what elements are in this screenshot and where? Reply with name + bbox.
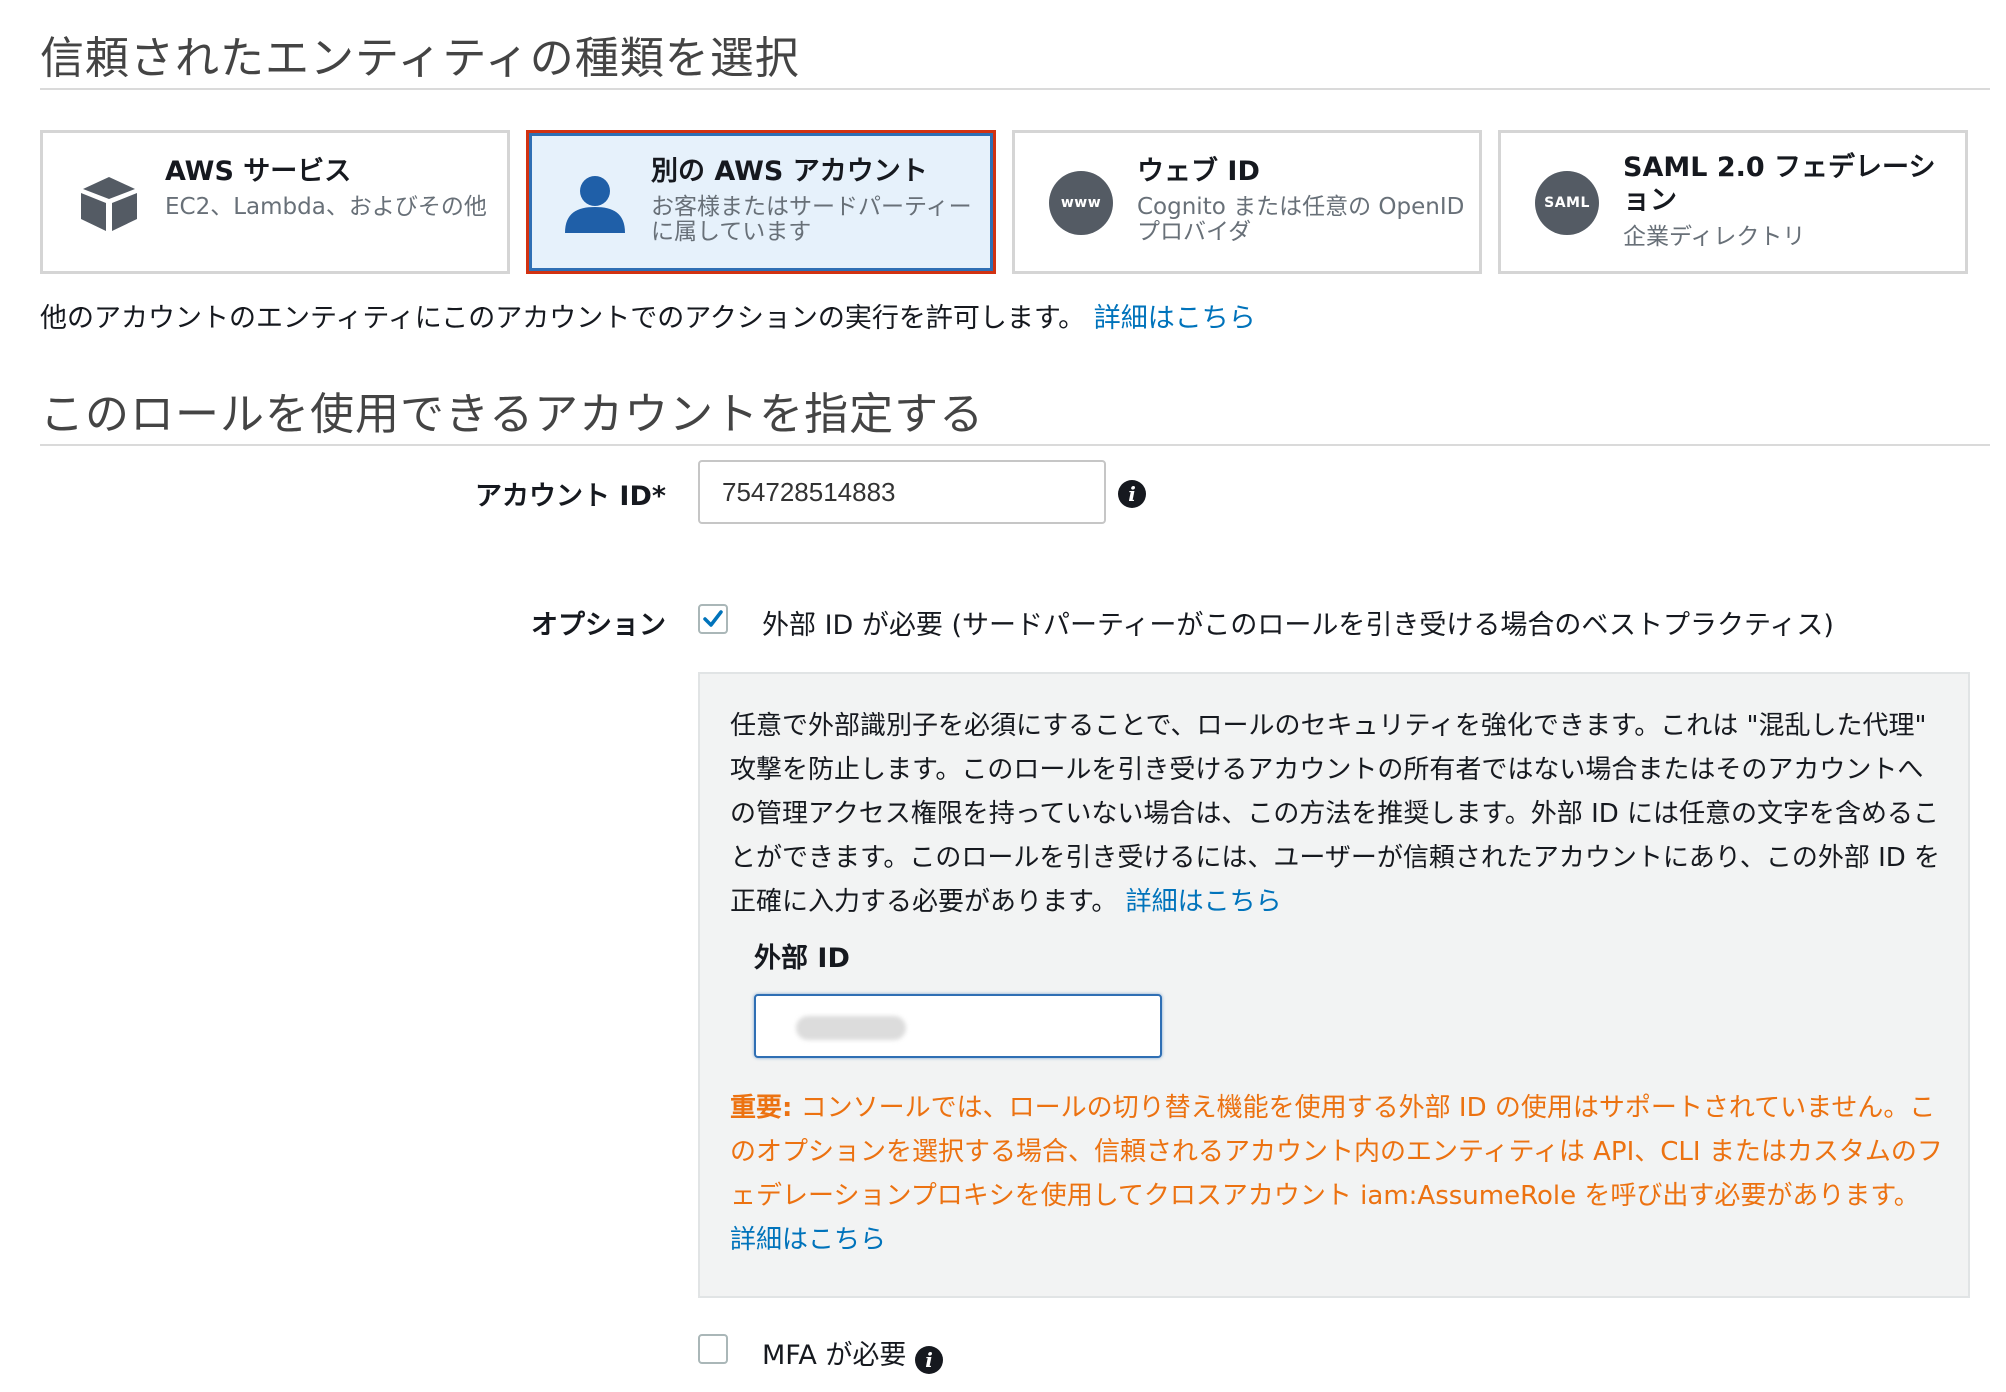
options-label: オプション — [531, 610, 666, 641]
cube-icon — [81, 177, 137, 231]
require-mfa-checkbox[interactable] — [698, 1334, 728, 1364]
learn-more-link[interactable]: 詳細はこちら — [730, 1225, 886, 1255]
external-id-input[interactable] — [754, 994, 1162, 1058]
card-title: ウェブ ID — [1137, 156, 1260, 187]
entity-description: 他のアカウントのエンティティにこのアカウントでのアクションの実行を許可します。 … — [40, 296, 1256, 335]
external-id-label: 外部 ID — [754, 943, 850, 974]
specify-account-heading: このロールを使用できるアカウントを指定する — [40, 389, 985, 440]
require-mfa-label[interactable]: MFA が必要 i — [762, 1333, 943, 1374]
divider — [40, 88, 1990, 90]
user-icon — [565, 176, 625, 233]
card-title: 別の AWS アカウント — [651, 156, 928, 187]
card-title: AWS サービス — [165, 156, 352, 187]
saml-icon: SAML — [1535, 171, 1599, 235]
account-id-input[interactable] — [698, 460, 1106, 524]
www-icon: www — [1049, 171, 1113, 235]
card-subtitle: EC2、Lambda、およびその他 — [165, 194, 487, 220]
card-saml-federation[interactable]: SAML SAML 2.0 フェデレーション 企業ディレクトリ — [1498, 130, 1968, 274]
card-subtitle: 企業ディレクトリ — [1623, 224, 1806, 250]
divider — [40, 444, 1990, 446]
learn-more-link[interactable]: 詳細はこちら — [1094, 303, 1256, 334]
description-text: 他のアカウントのエンティティにこのアカウントでのアクションの実行を許可します。 — [40, 303, 1086, 334]
info-icon[interactable]: i — [1118, 480, 1146, 508]
learn-more-link[interactable]: 詳細はこちら — [1126, 887, 1282, 917]
card-title: SAML 2.0 フェデレーション — [1623, 152, 1936, 216]
external-id-description: 任意で外部識別子を必須にすることで、ロールのセキュリティを強化できます。これは … — [730, 711, 1941, 917]
account-id-label: アカウント ID* — [475, 481, 666, 512]
card-another-aws-account[interactable]: 別の AWS アカウント お客様またはサードパーティーに属しています — [526, 130, 996, 274]
external-id-warning: 重要: コンソールでは、ロールの切り替え機能を使用する外部 ID の使用はサポー… — [730, 1086, 1945, 1262]
checkmark-icon — [703, 610, 723, 627]
require-external-id-checkbox[interactable] — [698, 604, 728, 634]
warning-prefix: 重要: — [730, 1093, 793, 1123]
external-id-panel: 任意で外部識別子を必須にすることで、ロールのセキュリティを強化できます。これは … — [698, 672, 1970, 1298]
require-external-id-label[interactable]: 外部 ID が必要 (サードパーティーがこのロールを引き受ける場合のベストプラク… — [762, 603, 1834, 642]
info-icon[interactable]: i — [915, 1346, 943, 1374]
warning-text: コンソールでは、ロールの切り替え機能を使用する外部 ID の使用はサポートされて… — [730, 1093, 1943, 1211]
card-subtitle: Cognito または任意の OpenID プロバイダ — [1137, 194, 1465, 245]
card-aws-service[interactable]: AWS サービス EC2、Lambda、およびその他 — [40, 130, 510, 274]
trusted-entity-heading: 信頼されたエンティティの種類を選択 — [40, 33, 800, 84]
redacted-value — [796, 1016, 906, 1040]
card-web-identity[interactable]: www ウェブ ID Cognito または任意の OpenID プロバイダ — [1012, 130, 1482, 274]
card-subtitle: お客様またはサードパーティーに属しています — [651, 194, 972, 245]
entity-type-cards: AWS サービス EC2、Lambda、およびその他 別の AWS アカウント … — [40, 130, 1970, 274]
